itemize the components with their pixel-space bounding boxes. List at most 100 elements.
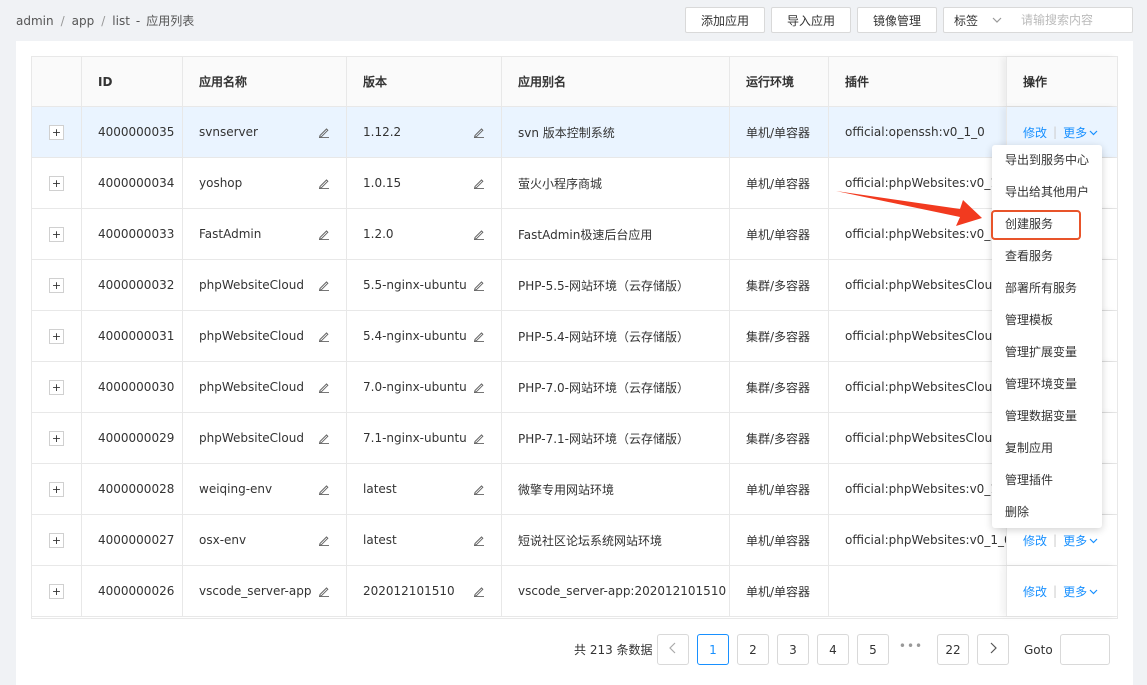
dropdown-item[interactable]: 删除: [992, 495, 1102, 527]
edit-link[interactable]: 修改: [1023, 532, 1047, 549]
expand-row-button[interactable]: +: [49, 481, 64, 497]
edit-version-icon[interactable]: [473, 585, 485, 598]
edit-name-icon[interactable]: [318, 585, 330, 598]
expand-row-button[interactable]: +: [49, 379, 64, 395]
edit-version-icon[interactable]: [473, 228, 485, 241]
breadcrumb-item-list[interactable]: list: [112, 14, 130, 28]
image-manage-button[interactable]: 镜像管理: [857, 7, 937, 33]
cell-app-name: svnserver: [183, 107, 347, 157]
search-input[interactable]: [1010, 7, 1133, 33]
edit-name-icon[interactable]: [318, 330, 330, 343]
cell-alias: svn 版本控制系统: [502, 107, 730, 157]
dropdown-item[interactable]: 复制应用: [992, 431, 1102, 463]
pagination-page-1[interactable]: 1: [697, 634, 729, 665]
edit-version-icon[interactable]: [473, 483, 485, 496]
breadcrumb-item-admin[interactable]: admin: [16, 14, 54, 28]
cell-version: 202012101510: [347, 566, 502, 616]
import-app-button[interactable]: 导入应用: [771, 7, 851, 33]
dropdown-item[interactable]: 管理数据变量: [992, 399, 1102, 431]
cell-id: 4000000030: [82, 362, 183, 412]
cell-app-name: phpWebsiteCloud: [183, 413, 347, 463]
dropdown-item[interactable]: 管理扩展变量: [992, 335, 1102, 367]
expand-row-button[interactable]: +: [49, 430, 64, 446]
pagination-page-5[interactable]: 5: [857, 634, 889, 665]
dropdown-item[interactable]: 导出给其他用户: [992, 175, 1102, 207]
edit-name-icon[interactable]: [318, 126, 330, 139]
tag-select[interactable]: 标签: [943, 7, 1011, 33]
more-link[interactable]: 更多: [1063, 583, 1098, 600]
pagination-prev-button[interactable]: [657, 634, 689, 665]
edit-link[interactable]: 修改: [1023, 124, 1047, 141]
cell-alias: PHP-7.1-网站环境（云存储版）: [502, 413, 730, 463]
chevron-down-icon: [1089, 588, 1098, 596]
cell-version: latest: [347, 464, 502, 514]
expand-cell: +: [32, 566, 82, 616]
pagination-page-3[interactable]: 3: [777, 634, 809, 665]
edit-name-icon[interactable]: [318, 177, 330, 190]
cell-env: 单机/单容器: [730, 158, 829, 208]
edit-version-icon[interactable]: [473, 126, 485, 139]
edit-version-icon[interactable]: [473, 279, 485, 292]
cell-version: 5.4-nginx-ubuntu: [347, 311, 502, 361]
content-card: ID 应用名称 版本 应用别名 运行环境 插件 操作 +4000000035 sv…: [16, 41, 1133, 685]
more-link[interactable]: 更多: [1063, 124, 1098, 141]
expand-row-button[interactable]: +: [49, 277, 64, 293]
edit-link[interactable]: 修改: [1023, 583, 1047, 600]
table-header: ID 应用名称 版本 应用别名 运行环境 插件 操作: [32, 57, 1117, 107]
cell-actions: 修改 | 更多: [1006, 566, 1117, 616]
expand-row-button[interactable]: +: [49, 532, 64, 548]
cell-version: 1.12.2: [347, 107, 502, 157]
chevron-left-icon: [669, 642, 677, 657]
expand-row-button[interactable]: +: [49, 328, 64, 344]
edit-name-icon[interactable]: [318, 534, 330, 547]
edit-version-icon[interactable]: [473, 177, 485, 190]
more-link[interactable]: 更多: [1063, 532, 1098, 549]
dropdown-item[interactable]: 管理插件: [992, 463, 1102, 495]
cell-env: 单机/单容器: [730, 566, 829, 616]
expand-row-button[interactable]: +: [49, 226, 64, 242]
dropdown-item[interactable]: 导出到服务中心: [992, 143, 1102, 175]
dropdown-item[interactable]: 创建服务: [991, 207, 1102, 240]
add-app-button[interactable]: 添加应用: [685, 7, 765, 33]
dropdown-item[interactable]: 部署所有服务: [992, 271, 1102, 303]
edit-version-icon[interactable]: [473, 381, 485, 394]
app-name-text: yoshop: [199, 176, 243, 190]
expand-row-button[interactable]: +: [49, 583, 64, 599]
header-id: ID: [82, 57, 183, 106]
cell-id: 4000000029: [82, 413, 183, 463]
cell-id: 4000000033: [82, 209, 183, 259]
goto-input[interactable]: [1060, 634, 1110, 665]
edit-name-icon[interactable]: [318, 279, 330, 292]
pagination-page-4[interactable]: 4: [817, 634, 849, 665]
app-name-text: phpWebsiteCloud: [199, 278, 304, 292]
chevron-down-icon: [992, 13, 1002, 30]
cell-version: latest: [347, 515, 502, 565]
pagination-page-2[interactable]: 2: [737, 634, 769, 665]
dropdown-item[interactable]: 查看服务: [992, 239, 1102, 271]
edit-name-icon[interactable]: [318, 381, 330, 394]
app-name-text: phpWebsiteCloud: [199, 329, 304, 343]
version-text: latest: [363, 533, 397, 547]
edit-version-icon[interactable]: [473, 534, 485, 547]
edit-version-icon[interactable]: [473, 432, 485, 445]
breadcrumb-item-app[interactable]: app: [72, 14, 95, 28]
more-actions-dropdown: 导出到服务中心 导出给其他用户 创建服务 查看服务 部署所有服务 管理模板 管理扩展变量 管理…: [991, 143, 1102, 528]
pagination-next-button[interactable]: [977, 634, 1009, 665]
table-row: +4000000028 weiqing-env latest 微擎专用网站环境 单机/单…: [32, 464, 1117, 515]
pagination-ellipsis[interactable]: •••: [897, 639, 925, 653]
dropdown-item[interactable]: 管理环境变量: [992, 367, 1102, 399]
dropdown-item[interactable]: 管理模板: [992, 303, 1102, 335]
cell-id: 4000000032: [82, 260, 183, 310]
edit-name-icon[interactable]: [318, 432, 330, 445]
edit-name-icon[interactable]: [318, 228, 330, 241]
cell-plugin: official:phpWebsitesCloud: [845, 380, 1000, 394]
pagination-page-last[interactable]: 22: [937, 634, 969, 665]
edit-name-icon[interactable]: [318, 483, 330, 496]
expand-row-button[interactable]: +: [49, 124, 64, 140]
cell-id: 4000000035: [82, 107, 183, 157]
edit-version-icon[interactable]: [473, 330, 485, 343]
header-app-name: 应用名称: [183, 57, 347, 106]
expand-row-button[interactable]: +: [49, 175, 64, 191]
goto-label: Goto: [1024, 643, 1053, 657]
cell-env: 单机/单容器: [730, 209, 829, 259]
